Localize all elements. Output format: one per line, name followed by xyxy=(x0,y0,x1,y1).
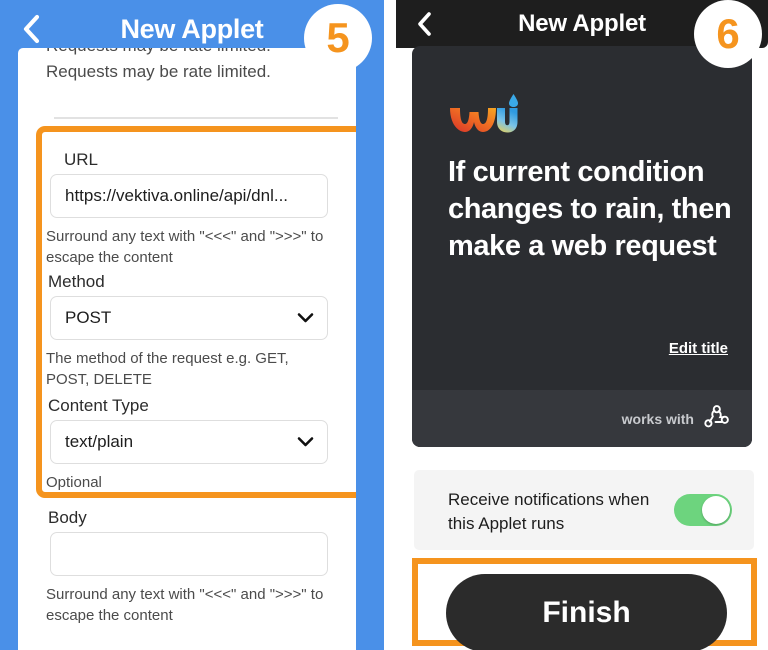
right-screen-review-applet: New Applet If current condition changes … xyxy=(396,0,768,650)
highlight-box-finish: Finish xyxy=(412,558,757,650)
edit-title-link[interactable]: Edit title xyxy=(669,340,728,357)
webhooks-icon xyxy=(704,404,730,433)
applet-title-text: If current condition changes to rain, th… xyxy=(448,156,732,262)
method-select-value: POST xyxy=(65,308,112,327)
weather-underground-logo xyxy=(448,94,518,138)
content-type-field-label: Content Type xyxy=(48,396,149,415)
method-field-help: The method of the request e.g. GET, POST… xyxy=(46,350,289,388)
applet-preview-card: If current condition changes to rain, th… xyxy=(412,46,752,447)
notification-label: Receive notifications when this Applet r… xyxy=(448,490,650,533)
finish-button[interactable]: Finish xyxy=(446,574,727,650)
left-screen-web-request-fields: New Applet Requests may be rate limited.… xyxy=(0,0,384,650)
method-select[interactable]: POST xyxy=(50,296,328,340)
body-field-label: Body xyxy=(48,508,87,527)
body-field-help: Surround any text with "<<<" and ">>>" t… xyxy=(46,586,324,624)
works-with-label: works with xyxy=(621,410,694,427)
screenshot-root: New Applet Requests may be rate limited.… xyxy=(0,0,768,650)
url-field-label: URL xyxy=(64,150,99,169)
url-field-help: Surround any text with "<<<" and ">>>" t… xyxy=(46,228,324,266)
notification-toggle[interactable] xyxy=(674,494,732,526)
step-badge-6: 6 xyxy=(694,0,762,68)
left-form-card: Requests may be rate limited. Requests m… xyxy=(18,48,356,650)
content-type-select[interactable]: text/plain xyxy=(50,420,328,464)
toggle-knob xyxy=(702,496,730,524)
content-type-field-help: Optional xyxy=(46,474,102,491)
url-input[interactable]: https://vektiva.online/api/dnl... xyxy=(50,174,328,218)
works-with-bar: works with xyxy=(412,390,752,447)
chevron-down-icon xyxy=(297,437,314,448)
chevron-left-icon[interactable] xyxy=(14,12,48,46)
section-divider xyxy=(54,117,338,119)
rate-limit-note: Requests may be rate limited. xyxy=(46,62,271,81)
method-field-label: Method xyxy=(48,272,105,291)
step-badge-5: 5 xyxy=(304,4,372,72)
chevron-left-icon[interactable] xyxy=(408,8,440,40)
content-type-select-value: text/plain xyxy=(65,432,134,451)
body-input[interactable] xyxy=(50,532,328,576)
left-blue-background-strip xyxy=(356,44,384,650)
notification-setting-row[interactable]: Receive notifications when this Applet r… xyxy=(414,470,754,550)
clipped-scroll-text: Requests may be rate limited. xyxy=(46,48,276,58)
chevron-down-icon xyxy=(297,313,314,324)
